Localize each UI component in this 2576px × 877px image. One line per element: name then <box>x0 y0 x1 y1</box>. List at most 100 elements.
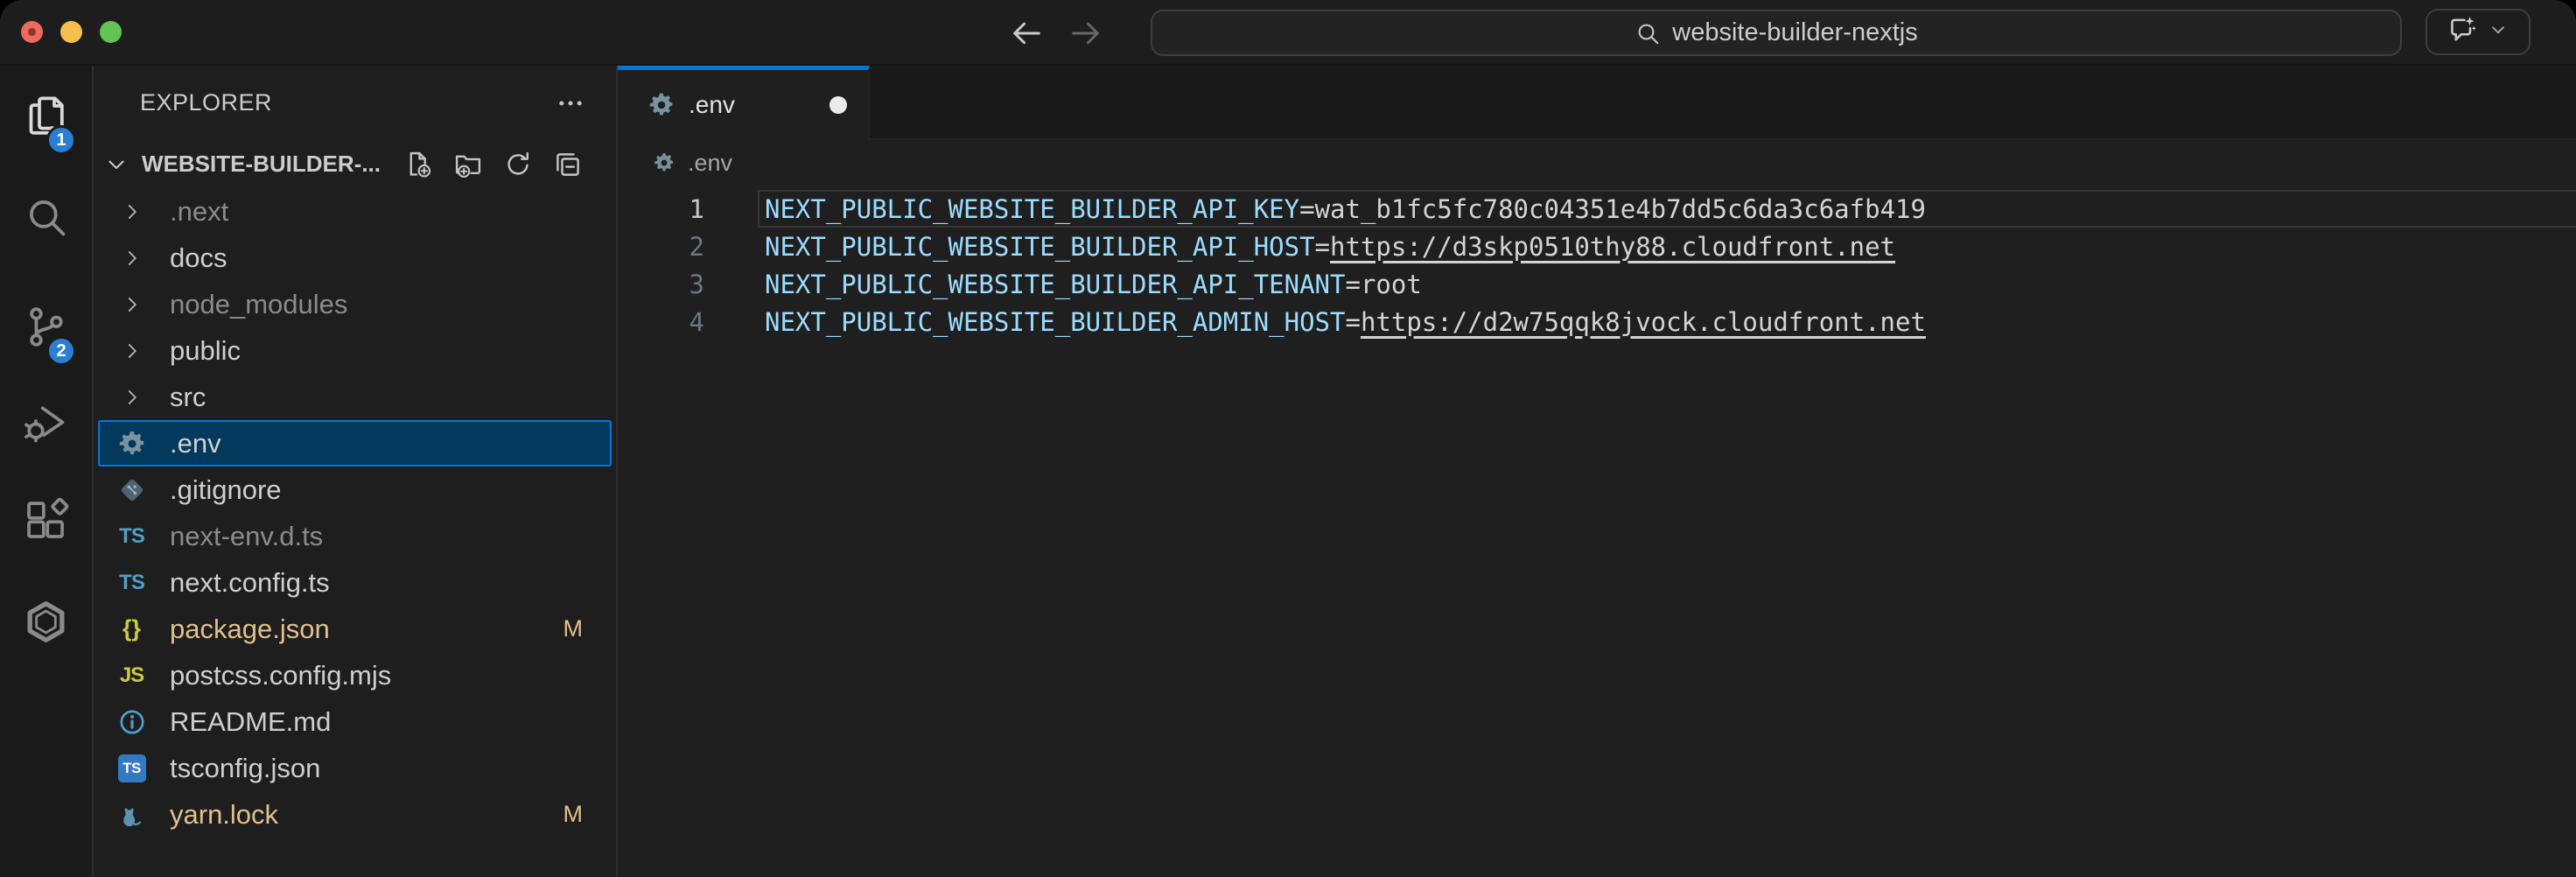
code-token-op: = <box>1315 232 1330 262</box>
sidebar-header: EXPLORER <box>94 66 616 140</box>
breadcrumb-item[interactable]: .env <box>688 150 732 177</box>
tree-item-docs[interactable]: docs <box>94 235 616 281</box>
ts-letters-icon: TS <box>111 571 152 595</box>
forward-arrow-icon[interactable] <box>1068 15 1104 52</box>
code-line[interactable]: 3 NEXT_PUBLIC_WEBSITE_BUILDER_API_TENANT=… <box>618 265 2576 303</box>
chevron-right-icon <box>111 293 152 316</box>
chevron-right-icon <box>111 340 152 362</box>
tree-item-.env[interactable]: .env <box>98 420 612 467</box>
tree-item-label: next.config.ts <box>170 567 330 599</box>
maximize-button[interactable] <box>100 21 122 43</box>
tree-item-label: package.json <box>170 614 330 645</box>
line-number[interactable]: 2 <box>618 232 704 262</box>
tree-item-README.md[interactable]: README.md <box>94 698 616 745</box>
tree-item-next.config.ts[interactable]: TS next.config.ts <box>94 559 616 606</box>
line-number[interactable]: 1 <box>618 194 704 224</box>
line-number[interactable]: 4 <box>618 307 704 337</box>
tree-item-tsconfig.json[interactable]: TStsconfig.json <box>94 745 616 791</box>
code-line[interactable]: 4 NEXT_PUBLIC_WEBSITE_BUILDER_ADMIN_HOST=… <box>618 303 2576 340</box>
hexagon-icon <box>23 599 69 649</box>
activity-item-extensions[interactable] <box>0 495 92 550</box>
code-link[interactable]: https://d3skp0510thy88.cloudfront.net <box>1330 232 1895 262</box>
tree-item-label: public <box>170 335 241 367</box>
gear-icon <box>648 91 676 119</box>
tree-item-label: .gitignore <box>170 474 282 506</box>
tree-item-label: yarn.lock <box>170 799 278 831</box>
search-icon <box>1634 20 1661 46</box>
tree-item-label: docs <box>170 242 227 274</box>
tree-item-node_modules[interactable]: node_modules <box>94 281 616 327</box>
code-line-content: NEXT_PUBLIC_WEBSITE_BUILDER_API_KEY=wat_… <box>765 194 1926 224</box>
code-token-key: NEXT_PUBLIC_WEBSITE_BUILDER_ADMIN_HOST <box>765 307 1345 337</box>
new-folder-icon[interactable] <box>453 150 483 179</box>
code-editor[interactable]: 1 NEXT_PUBLIC_WEBSITE_BUILDER_API_KEY=wat… <box>618 186 2576 877</box>
gear-icon <box>111 429 152 459</box>
code-line-content: NEXT_PUBLIC_WEBSITE_BUILDER_API_HOST=htt… <box>765 232 1895 262</box>
line-number[interactable]: 3 <box>618 270 704 299</box>
command-center-search[interactable]: website-builder-nextjs <box>1151 10 2402 56</box>
refresh-icon[interactable] <box>503 150 533 179</box>
json-braces-icon: {} <box>111 615 152 642</box>
activity-item-explorer[interactable]: 1 <box>0 91 92 145</box>
tree-item-label: postcss.config.mjs <box>170 660 391 691</box>
code-token-op: = <box>1345 307 1360 337</box>
code-link[interactable]: https://d2w75qqk8jvock.cloudfront.net <box>1361 307 1926 337</box>
history-nav <box>1008 0 1104 66</box>
tree-item-yarn.lock[interactable]: yarn.lock M <box>94 791 616 838</box>
gear-icon <box>653 151 676 174</box>
activity-item-search[interactable] <box>0 192 92 246</box>
code-token-key: NEXT_PUBLIC_WEBSITE_BUILDER_API_TENANT <box>765 270 1345 299</box>
tree-item-label: src <box>170 382 206 413</box>
titlebar: website-builder-nextjs <box>0 0 2576 66</box>
folder-section-label: WEBSITE-BUILDER-... <box>142 151 381 178</box>
code-lines: 1 NEXT_PUBLIC_WEBSITE_BUILDER_API_KEY=wat… <box>618 190 2576 340</box>
tab-env[interactable]: .env <box>618 66 870 140</box>
git-diamond-icon <box>111 475 152 505</box>
close-button[interactable] <box>21 21 43 43</box>
tree-item-public[interactable]: public <box>94 327 616 374</box>
git-status-badge: M <box>564 801 584 828</box>
tree-item-next-env.d.ts[interactable]: TS next-env.d.ts <box>94 513 616 559</box>
tab-bar: .env <box>618 66 2576 140</box>
minimize-button[interactable] <box>60 21 82 43</box>
tree-item-label: README.md <box>170 706 331 738</box>
more-actions-icon[interactable] <box>555 88 586 119</box>
source-control-badge: 2 <box>46 336 76 366</box>
section-actions <box>403 150 583 179</box>
explorer-badge: 1 <box>46 125 76 155</box>
code-line[interactable]: 2 NEXT_PUBLIC_WEBSITE_BUILDER_API_HOST=ht… <box>618 228 2576 265</box>
code-token-key: NEXT_PUBLIC_WEBSITE_BUILDER_API_HOST <box>765 232 1315 262</box>
unsaved-dot-icon[interactable] <box>830 96 847 114</box>
code-token-op: = <box>1299 194 1314 224</box>
tree-item-label: node_modules <box>170 289 347 320</box>
new-file-icon[interactable] <box>403 150 433 179</box>
vscode-window: website-builder-nextjs 12 EXPLORER WEBSI… <box>0 0 2576 877</box>
back-arrow-icon[interactable] <box>1008 15 1045 52</box>
tree-item-.gitignore[interactable]: .gitignore <box>94 467 616 513</box>
activity-item-hexagon-extension[interactable] <box>0 597 92 651</box>
tree-item-.next[interactable]: .next <box>94 188 616 235</box>
yarn-icon <box>111 800 152 830</box>
chevron-down-icon <box>2487 18 2510 46</box>
tsconfig-icon: TS <box>111 754 152 782</box>
sidebar-title: EXPLORER <box>140 89 272 116</box>
chevron-right-icon <box>111 247 152 270</box>
tree-item-package.json[interactable]: {}package.jsonM <box>94 606 616 652</box>
editor-area: .env .env 1 NEXT_PUBLIC_WEBSITE_BUILDER_A… <box>618 66 2576 877</box>
ts-letters-icon: TS <box>111 524 152 549</box>
traffic-lights <box>21 21 122 43</box>
activity-bar: 12 <box>0 66 92 877</box>
code-token-key: NEXT_PUBLIC_WEBSITE_BUILDER_API_KEY <box>765 194 1299 224</box>
debug-icon <box>23 399 69 450</box>
code-line[interactable]: 1 NEXT_PUBLIC_WEBSITE_BUILDER_API_KEY=wat… <box>618 190 2576 228</box>
copilot-chat-icon <box>2446 14 2478 50</box>
tree-item-postcss.config.mjs[interactable]: JSpostcss.config.mjs <box>94 652 616 698</box>
folder-section-header[interactable]: WEBSITE-BUILDER-... <box>94 140 616 188</box>
tree-item-src[interactable]: src <box>94 374 616 420</box>
collapse-all-icon[interactable] <box>553 150 583 179</box>
activity-item-source-control[interactable]: 2 <box>0 302 92 356</box>
code-line-content: NEXT_PUBLIC_WEBSITE_BUILDER_API_TENANT=r… <box>765 270 1422 299</box>
activity-item-run-debug[interactable] <box>0 397 92 452</box>
tree-item-label: next-env.d.ts <box>170 521 323 552</box>
copilot-button[interactable] <box>2426 9 2530 55</box>
